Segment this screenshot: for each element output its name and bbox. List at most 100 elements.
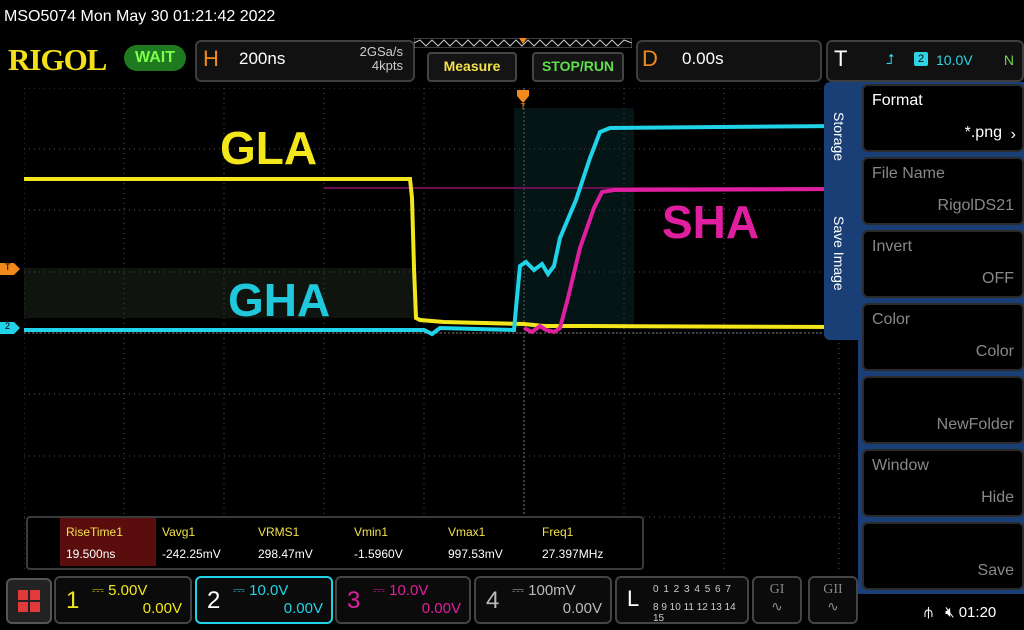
trigger-source-badge: 2 xyxy=(914,52,928,66)
measurement-panel[interactable]: RiseTime1 19.500ns Vavg1 -242.25mV VRMS1… xyxy=(26,516,644,570)
sample-rate-info: 2GSa/s 4kpts xyxy=(360,45,403,73)
usb-icon: ⫛ xyxy=(924,604,933,621)
menu-item-value: *.png xyxy=(964,124,1002,141)
channel-number: 3 xyxy=(347,587,361,614)
channel-4-box[interactable]: 4 ⎓ 100mV 0.00V xyxy=(474,576,612,624)
menu-format[interactable]: Format *.png › xyxy=(862,84,1024,152)
generator-1-button[interactable]: GI ∿ xyxy=(752,576,802,624)
label-sha: SHA xyxy=(662,196,759,248)
measurement-value: 997.53mV xyxy=(448,547,503,561)
channel-offset: 0.00V xyxy=(142,600,182,617)
menu-item-value: Color xyxy=(975,343,1014,360)
logic-letter: L xyxy=(627,586,640,611)
channel-3-box[interactable]: 3 ⎓ 10.0V 0.00V xyxy=(335,576,471,624)
channel-scale-value: 100mV xyxy=(528,582,576,599)
channel-scale-value: 10.0V xyxy=(389,582,429,599)
generator-1-label: GI xyxy=(769,582,785,597)
menu-file-name[interactable]: File Name RigolDS21 xyxy=(862,157,1024,225)
measurement-value: -242.25mV xyxy=(162,547,221,561)
measurement-value: 298.47mV xyxy=(258,547,313,561)
menu-window[interactable]: Window Hide xyxy=(862,449,1024,517)
label-gha: GHA xyxy=(228,274,330,326)
grid-icon xyxy=(18,590,40,612)
logic-channels-box[interactable]: L 0 1 2 3 4 5 6 7 8 9 10 11 12 13 14 15 xyxy=(615,576,749,624)
memory-depth: 4kpts xyxy=(371,58,403,73)
measurement-vrms[interactable]: VRMS1 298.47mV xyxy=(252,518,348,566)
menu-item-label: Window xyxy=(872,457,929,474)
menu-item-value: OFF xyxy=(982,270,1014,287)
run-state-badge: WAIT xyxy=(124,45,186,71)
measurement-name: Vmax1 xyxy=(448,525,486,539)
measurement-vmin[interactable]: Vmin1 -1.5960V xyxy=(348,518,444,566)
label-gla: GLA xyxy=(220,122,317,174)
ch2-ground-marker[interactable]: 2 xyxy=(0,321,22,334)
menu-item-label: Format xyxy=(872,92,923,109)
waveform-display[interactable]: GLA GHA SHA xyxy=(24,88,840,580)
measurement-name: Freq1 xyxy=(542,525,574,539)
channel-number: 1 xyxy=(66,587,80,614)
tab-storage[interactable]: Storage xyxy=(831,112,847,161)
channel-scale: ⎓ 10.0V xyxy=(373,582,429,599)
side-tabs: Storage Save Image xyxy=(824,82,858,340)
channel-2-box[interactable]: 2 ⎓ 10.0V 0.00V xyxy=(195,576,333,624)
timebase-value: 200ns xyxy=(239,49,286,68)
measurement-name: RiseTime1 xyxy=(66,525,123,539)
measurement-risetime[interactable]: RiseTime1 19.500ns xyxy=(60,518,156,566)
rising-edge-icon: ⮥ xyxy=(886,51,895,67)
app-menu-button[interactable] xyxy=(6,578,52,624)
menu-item-label: File Name xyxy=(872,165,945,182)
status-area: ⫛ 🔇︎ 01:20 xyxy=(924,604,996,621)
trigger-letter: T xyxy=(834,46,848,71)
channel-offset: 0.00V xyxy=(421,600,461,617)
menu-save[interactable]: Save xyxy=(862,522,1024,590)
sine-wave-icon: ∿ xyxy=(771,598,783,614)
channel-scale-value: 10.0V xyxy=(249,582,289,599)
ch2-ground-marker-label: 2 xyxy=(5,321,11,331)
delay-value: 0.00s xyxy=(682,49,724,68)
trigger-level-marker[interactable]: T xyxy=(0,262,22,275)
channel-offset: 0.00V xyxy=(283,600,323,617)
menu-item-label: Invert xyxy=(872,238,913,255)
menu-color[interactable]: Color Color xyxy=(862,303,1024,371)
clock-time: 01:20 xyxy=(958,604,997,621)
horizontal-timebase-box[interactable]: H 200ns 2GSa/s 4kpts xyxy=(195,40,415,82)
measurement-vmax[interactable]: Vmax1 997.53mV xyxy=(442,518,538,566)
trigger-mode: N xyxy=(1003,52,1014,68)
measurement-name: Vmin1 xyxy=(354,525,389,539)
logic-row-1: 0 1 2 3 4 5 6 7 xyxy=(653,584,732,595)
storage-menu: Format *.png › File Name RigolDS21 Inver… xyxy=(858,82,1024,594)
generator-2-label: GII xyxy=(823,582,843,597)
measurement-value: -1.5960V xyxy=(354,547,403,561)
stop-run-button[interactable]: STOP/RUN xyxy=(532,52,624,82)
measure-button[interactable]: Measure xyxy=(427,52,517,82)
measurement-freq[interactable]: Freq1 27.397MHz xyxy=(536,518,636,566)
delay-box[interactable]: D 0.00s xyxy=(636,40,822,82)
menu-new-folder[interactable]: NewFolder xyxy=(862,376,1024,444)
channel-number: 4 xyxy=(486,587,500,614)
generator-2-button[interactable]: GII ∿ xyxy=(808,576,858,624)
measurement-vavg[interactable]: Vavg1 -242.25mV xyxy=(156,518,252,566)
trigger-box[interactable]: T ⮥ 2 10.0V N xyxy=(826,40,1024,82)
menu-item-value: NewFolder xyxy=(936,416,1014,433)
menu-invert[interactable]: Invert OFF xyxy=(862,230,1024,298)
logic-row-2: 8 9 10 11 12 13 14 15 xyxy=(653,602,736,624)
channel-scale: ⎓ 10.0V xyxy=(233,582,289,599)
channel-number: 2 xyxy=(207,587,221,614)
title-text: MSO5074 Mon May 30 01:21:42 2022 xyxy=(4,8,276,25)
channel-scale-value: 5.00V xyxy=(108,582,148,599)
menu-item-value: Hide xyxy=(981,489,1014,506)
channel-offset: 0.00V xyxy=(562,600,602,617)
trigger-t-icon: T xyxy=(521,102,526,110)
channel-1-box[interactable]: 1 ⎓ 5.00V 0.00V xyxy=(54,576,192,624)
chevron-right-icon: › xyxy=(1010,126,1016,143)
trigger-level-marker-label: T xyxy=(5,262,11,272)
rigol-logo: RIGOL xyxy=(8,42,107,77)
memory-position-strip xyxy=(414,38,632,48)
horizontal-letter: H xyxy=(203,46,219,71)
trigger-position-marker[interactable]: T xyxy=(517,90,529,110)
sample-rate: 2GSa/s xyxy=(359,44,403,59)
speaker-mute-icon[interactable]: 🔇︎ xyxy=(945,604,954,621)
measurement-name: Vavg1 xyxy=(162,525,196,539)
measurement-value: 19.500ns xyxy=(66,547,116,561)
tab-save-image[interactable]: Save Image xyxy=(831,216,847,291)
